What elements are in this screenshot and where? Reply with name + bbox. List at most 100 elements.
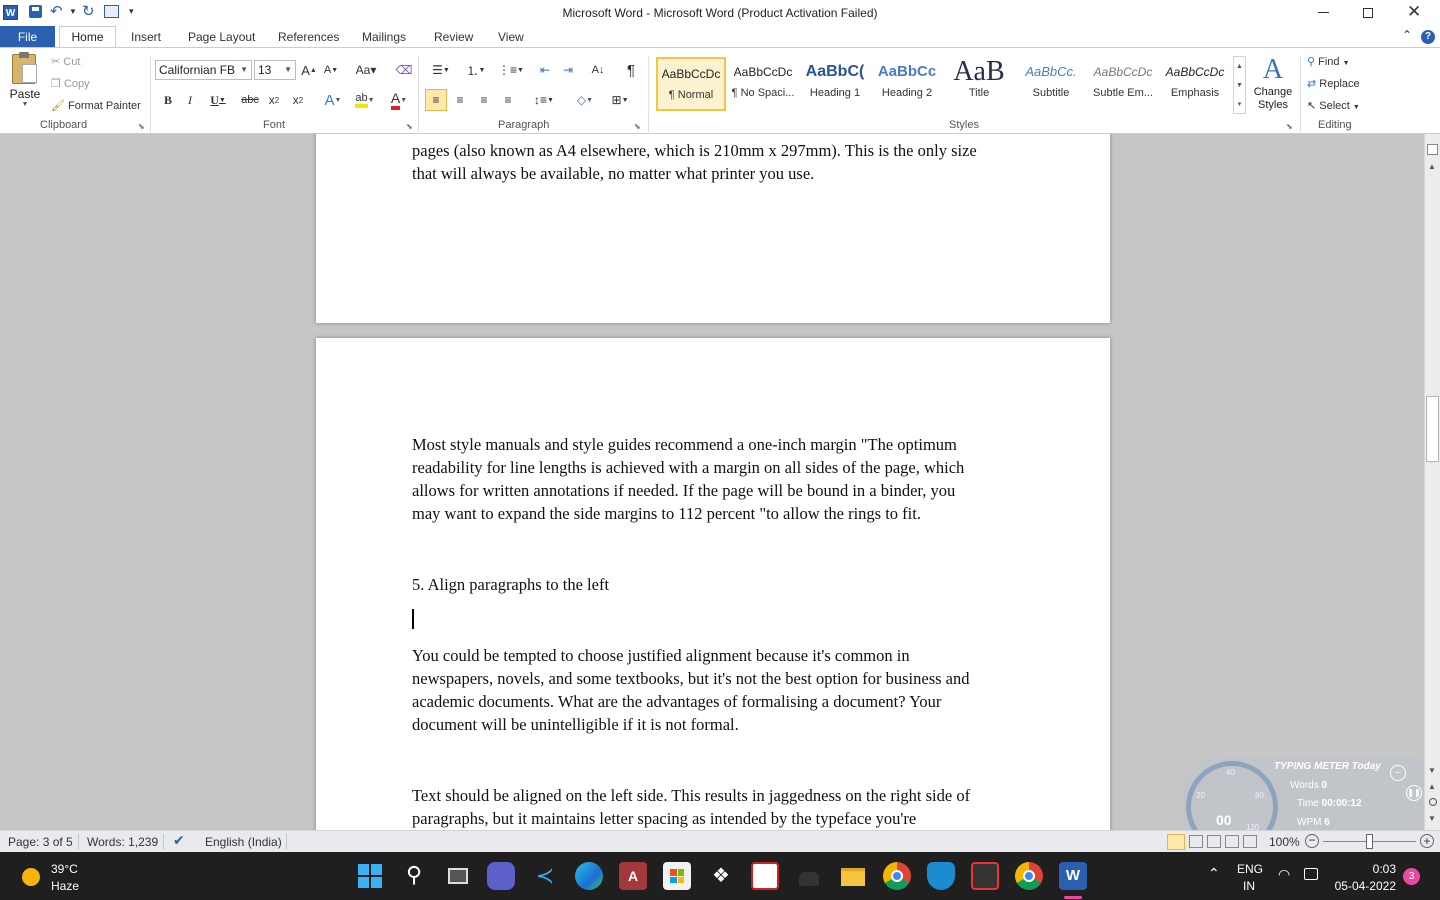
edge-icon[interactable] (575, 862, 603, 890)
font-size-combo[interactable]: 13 ▼ (254, 60, 296, 80)
meter-minimize-icon[interactable]: – (1390, 765, 1406, 781)
format-painter-button[interactable]: 🖌 Format Painter (51, 99, 141, 112)
change-case-button[interactable]: Aa▾ (352, 60, 380, 80)
dropbox-icon[interactable]: ❖ (707, 862, 735, 890)
select-button[interactable]: ↖ Select ▼ (1307, 99, 1360, 112)
subscript-button[interactable]: x2 (264, 90, 284, 110)
highlight-button[interactable]: ab ▼ (350, 90, 380, 110)
previous-page-icon[interactable]: ▲ (1428, 782, 1436, 791)
show-formatting-marks-button[interactable]: ¶ (622, 60, 640, 80)
bullets-button[interactable]: ☰ ▼ (426, 60, 456, 80)
shrink-font-button[interactable]: A ▼ (322, 60, 340, 80)
file-explorer-icon[interactable] (839, 862, 867, 890)
app-icon-shield[interactable] (927, 862, 955, 890)
superscript-button[interactable]: x2 (288, 90, 308, 110)
align-left-button[interactable]: ≡ (425, 89, 447, 111)
zoom-slider-thumb[interactable] (1366, 834, 1373, 849)
document-area[interactable]: pages (also known as A4 elsewhere, which… (0, 134, 1424, 830)
browse-object-icon[interactable] (1429, 798, 1437, 806)
access-icon[interactable]: A (619, 862, 647, 890)
proofing-icon[interactable]: ✔ (173, 832, 185, 849)
strikethrough-button[interactable]: abc (240, 90, 260, 110)
shading-button[interactable]: ◇ ▼ (570, 90, 600, 110)
zoom-level[interactable]: 100% (1269, 835, 1300, 849)
page-previous[interactable]: pages (also known as A4 elsewhere, which… (316, 134, 1110, 323)
clock-date[interactable]: 05-04-2022 (1330, 879, 1396, 893)
clear-formatting-button[interactable]: ⌫ (393, 60, 415, 80)
tab-insert[interactable]: Insert (131, 30, 161, 44)
view-draft-icon[interactable] (1243, 835, 1257, 848)
scroll-thumb[interactable] (1426, 396, 1439, 462)
page-current[interactable]: Most style manuals and style guides reco… (316, 338, 1110, 830)
battery-saver-icon[interactable] (1304, 868, 1318, 880)
teams-chat-icon[interactable] (487, 862, 515, 890)
copy-button[interactable]: ❐ Copy (51, 77, 90, 90)
search-icon[interactable]: ⚲ (400, 862, 428, 890)
view-full-screen-icon[interactable] (1189, 835, 1203, 848)
tray-overflow-icon[interactable]: ⌃ (1208, 865, 1220, 882)
vscode-icon[interactable]: ≺ (531, 862, 559, 890)
view-outline-icon[interactable] (1225, 835, 1239, 848)
font-name-combo[interactable]: Californian FB ▼ (155, 60, 252, 80)
styles-launcher-icon[interactable]: ⬊ (1286, 122, 1293, 131)
style-heading-2[interactable]: AaBbCc Heading 2 (872, 57, 942, 111)
minimize-icon[interactable] (1318, 12, 1329, 13)
typing-meter-widget[interactable]: 40 20 80 120 00 TYPING METER Today Words… (1182, 757, 1424, 853)
tab-review[interactable]: Review (434, 30, 473, 44)
style-subtitle[interactable]: AaBbCc. Subtitle (1016, 57, 1086, 111)
next-page-icon[interactable]: ▼ (1428, 814, 1436, 823)
font-launcher-icon[interactable]: ⬊ (406, 122, 413, 131)
text-effects-button[interactable]: A ▼ (320, 90, 346, 110)
collapse-ribbon-icon[interactable]: ⌃ (1402, 28, 1412, 42)
word-count[interactable]: Words: 1,239 (87, 835, 158, 849)
cut-button[interactable]: ✂ Cut (51, 55, 80, 68)
app-icon-grid[interactable] (971, 862, 999, 890)
clipboard-launcher-icon[interactable]: ⬊ (138, 122, 145, 131)
style-normal[interactable]: AaBbCcDc ¶ Normal (656, 57, 726, 111)
tab-page-layout[interactable]: Page Layout (188, 30, 255, 44)
style-subtle-emphasis[interactable]: AaBbCcDc Subtle Em... (1088, 57, 1158, 111)
vertical-scrollbar[interactable]: ▲ ▼ ▲ ▼ (1424, 134, 1440, 830)
sort-button[interactable]: A↓ (588, 60, 608, 80)
numbering-button[interactable]: ⒈ ▼ (461, 60, 491, 80)
close-icon[interactable]: ✕ (1407, 2, 1421, 22)
chrome-icon[interactable] (883, 862, 911, 890)
help-icon[interactable]: ? (1421, 30, 1435, 44)
style-heading-1[interactable]: AaBbC( Heading 1 (800, 57, 870, 111)
tab-home[interactable]: Home (59, 26, 116, 48)
meter-pause-icon[interactable]: ❚❚ (1406, 785, 1422, 801)
borders-button[interactable]: ⊞ ▼ (605, 90, 635, 110)
change-styles-button[interactable]: A Change Styles (1250, 54, 1296, 116)
store-icon[interactable] (663, 862, 691, 890)
restore-icon[interactable] (1363, 8, 1373, 18)
weather-sun-icon[interactable] (22, 868, 40, 886)
italic-button[interactable]: I (181, 90, 199, 110)
notification-badge[interactable]: 3 (1403, 868, 1420, 885)
page-counter[interactable]: Page: 3 of 5 (8, 835, 73, 849)
tab-file[interactable]: File (0, 26, 55, 48)
tab-mailings[interactable]: Mailings (362, 30, 406, 44)
align-center-button[interactable]: ≡ (450, 90, 470, 110)
paragraph-launcher-icon[interactable]: ⬊ (634, 122, 641, 131)
tab-view[interactable]: View (498, 30, 524, 44)
justify-button[interactable]: ≡ (498, 90, 518, 110)
word-taskbar-icon[interactable]: W (1059, 862, 1087, 890)
find-button[interactable]: ⚲ Find ▼ (1307, 55, 1350, 68)
paste-button[interactable]: Paste ▼ (8, 52, 42, 114)
underline-button[interactable]: U ▼ (204, 90, 232, 110)
scroll-down-icon[interactable]: ▼ (1428, 766, 1436, 775)
view-print-layout-icon[interactable] (1167, 834, 1185, 850)
zoom-in-icon[interactable]: + (1420, 834, 1434, 848)
start-icon[interactable] (356, 862, 384, 890)
clock-time[interactable]: 0:03 (1330, 862, 1396, 876)
grow-font-button[interactable]: A ▲ (300, 60, 318, 80)
tab-references[interactable]: References (278, 30, 339, 44)
scroll-up-icon[interactable]: ▲ (1428, 162, 1436, 171)
decrease-indent-button[interactable]: ⇤ (535, 60, 555, 80)
replace-button[interactable]: ⇄ Replace (1307, 77, 1360, 90)
align-right-button[interactable]: ≡ (474, 90, 494, 110)
zoom-out-icon[interactable]: − (1305, 834, 1319, 848)
app-icon-red[interactable] (751, 862, 779, 890)
style-title[interactable]: AaB Title (944, 57, 1014, 111)
style-emphasis[interactable]: AaBbCcDc Emphasis (1160, 57, 1230, 111)
